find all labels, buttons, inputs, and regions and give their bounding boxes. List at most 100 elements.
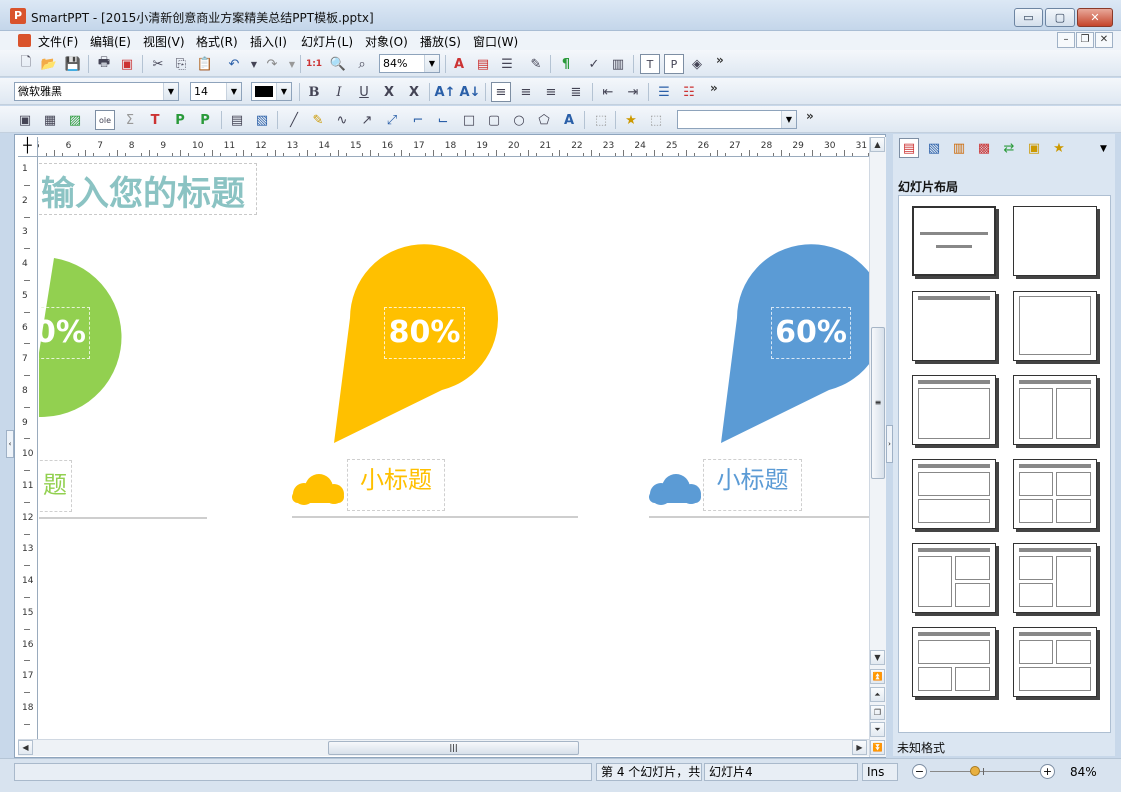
ole-frame-icon[interactable]: ole xyxy=(95,110,115,130)
toolbar2-more-icon[interactable]: » xyxy=(710,81,718,95)
layout-centered-content[interactable] xyxy=(1013,291,1097,361)
doc-minimize-button[interactable]: – xyxy=(1057,32,1075,48)
ruler-origin-icon[interactable]: ┼ xyxy=(18,137,38,157)
layers-icon[interactable]: ◈ xyxy=(687,54,707,74)
film-frame-icon[interactable]: ▤ xyxy=(227,110,247,130)
shapes-tool-icon[interactable]: ⬠ xyxy=(534,110,554,130)
vertical-scroll-thumb[interactable]: ≡ xyxy=(871,327,885,479)
align-right-icon[interactable]: ≡ xyxy=(541,82,561,102)
rectangle-tool-icon[interactable]: □ xyxy=(459,110,479,130)
font-color-combo[interactable]: ▼ xyxy=(251,82,292,101)
undo-dropdown-icon[interactable]: ▼ xyxy=(244,54,264,74)
layout-left-two-right[interactable] xyxy=(912,543,996,613)
style-combo[interactable]: ▼ xyxy=(677,110,797,129)
next-slide-icon[interactable]: ⏷ xyxy=(870,722,885,737)
font-name-combo[interactable]: 微软雅黑 ▼ xyxy=(14,82,179,101)
layout-two-content[interactable] xyxy=(1013,375,1097,445)
arrow-tool-icon[interactable]: ↗ xyxy=(357,110,377,130)
slide-canvas[interactable]: 输入您的标题 0% 80% 60% 题 小标题 小标题 xyxy=(39,158,869,738)
zoom-icon[interactable]: ⌕ xyxy=(352,54,372,74)
strikethrough-button[interactable]: X xyxy=(379,82,399,102)
first-slide-icon[interactable]: ⏫ xyxy=(870,669,885,684)
horizontal-scroll-thumb[interactable]: ||| xyxy=(328,741,579,755)
vertical-ruler[interactable]: 1 2 3 4 5 6 7 8 9 10 11 12 13 14 15 16 17 18 xyxy=(18,157,38,739)
elbow-connector-icon[interactable]: ⌐ xyxy=(408,110,428,130)
curve-tool-icon[interactable]: ∿ xyxy=(332,110,352,130)
part-frame-icon[interactable]: P xyxy=(170,110,190,130)
star-icon[interactable]: ★ xyxy=(621,110,641,130)
frame-edit-icon[interactable]: ⬚ xyxy=(646,110,666,130)
chart-icon[interactable]: ▥ xyxy=(608,54,628,74)
vertical-scrollbar[interactable]: ▲ ≡ ▼ ⏫ ⏶ ❐ ⏷ ⏬ xyxy=(869,137,886,757)
bold-button[interactable]: B xyxy=(304,82,324,102)
toolbar1-more-icon[interactable]: » xyxy=(716,53,724,67)
effects-tab-icon[interactable]: ★ xyxy=(1049,138,1069,158)
copy-icon[interactable]: ⎘ xyxy=(171,54,191,74)
save-icon[interactable]: 💾 xyxy=(63,54,83,74)
blue-percent[interactable]: 60% xyxy=(771,307,851,359)
slide-list-icon[interactable]: ❐ xyxy=(870,705,885,720)
scroll-right-icon[interactable]: ▶ xyxy=(852,740,867,755)
menu-slide[interactable]: 幻灯片(L) xyxy=(301,33,353,50)
actual-size-icon[interactable]: 1:1 xyxy=(304,54,324,74)
justify-icon[interactable]: ≣ xyxy=(566,82,586,102)
design-tab-icon[interactable]: ▥ xyxy=(949,138,969,158)
layout-four-content[interactable] xyxy=(1013,459,1097,529)
blue-subtitle[interactable]: 小标题 xyxy=(703,459,802,511)
align-left-icon[interactable]: ≡ xyxy=(491,82,511,102)
box-p-icon[interactable]: P xyxy=(664,54,684,74)
menu-file[interactable]: 文件(F) xyxy=(38,33,78,50)
panel-menu-icon[interactable]: ▼ xyxy=(1100,144,1107,154)
chevron-down-icon[interactable]: ▼ xyxy=(163,83,178,100)
image-frame-icon[interactable]: ▨ xyxy=(65,110,85,130)
align-center-icon[interactable]: ≡ xyxy=(516,82,536,102)
cut-icon[interactable]: ✂ xyxy=(148,54,168,74)
pen-tool-icon[interactable]: ✎ xyxy=(308,110,328,130)
scroll-down-icon[interactable]: ▼ xyxy=(870,650,885,665)
template-tab-icon[interactable]: ▧ xyxy=(924,138,944,158)
green-subtitle[interactable]: 题 xyxy=(39,460,72,512)
chevron-down-icon[interactable]: ▼ xyxy=(781,111,796,128)
layout-top-two-bottom[interactable] xyxy=(912,627,996,697)
right-collapse-handle[interactable]: › xyxy=(886,425,893,463)
menu-play[interactable]: 播放(S) xyxy=(420,33,461,50)
numbered-list-icon[interactable]: ☷ xyxy=(679,82,699,102)
layout-blank[interactable] xyxy=(1013,206,1097,276)
layout-two-left-right[interactable] xyxy=(1013,543,1097,613)
menu-object[interactable]: 对象(O) xyxy=(365,33,408,50)
insert-table-icon[interactable]: ▤ xyxy=(473,54,493,74)
italic-button[interactable]: I xyxy=(329,82,349,102)
menu-insert[interactable]: 插入(I) xyxy=(250,33,287,50)
left-collapse-handle[interactable]: ‹ xyxy=(6,430,14,458)
menu-view[interactable]: 视图(V) xyxy=(143,33,185,50)
toolbar3-more-icon[interactable]: » xyxy=(806,109,814,123)
layout-title-only[interactable] xyxy=(912,291,996,361)
zoom-slider-thumb[interactable] xyxy=(970,766,981,776)
horizontal-ruler[interactable]: 5678910111213141516171819202122232425262… xyxy=(18,137,869,157)
chevron-down-icon[interactable]: ▼ xyxy=(424,55,439,72)
page-frame-icon[interactable]: P xyxy=(195,110,215,130)
select-frame-icon[interactable]: ▣ xyxy=(15,110,35,130)
minimize-button[interactable]: ▭ xyxy=(1014,8,1043,27)
doc-close-button[interactable]: ✕ xyxy=(1095,32,1113,48)
chevron-down-icon[interactable]: ▼ xyxy=(226,83,241,100)
previous-slide-icon[interactable]: ⏶ xyxy=(870,687,885,702)
horizontal-scrollbar[interactable]: ◀ ||| ▶ xyxy=(18,739,869,756)
transition-tab-icon[interactable]: ⇄ xyxy=(999,138,1019,158)
redo-dropdown-icon[interactable]: ▼ xyxy=(282,54,302,74)
color-tab-icon[interactable]: ▩ xyxy=(974,138,994,158)
layout-two-rows[interactable] xyxy=(912,459,996,529)
animation-tab-icon[interactable]: ▣ xyxy=(1024,138,1044,158)
text-color-icon[interactable]: A xyxy=(449,54,469,74)
layout-tab-icon[interactable]: ▤ xyxy=(899,138,919,158)
pdf-icon[interactable]: ▣ xyxy=(117,54,137,74)
double-strikethrough-button[interactable]: X xyxy=(404,82,424,102)
bullet-list-icon[interactable]: ☰ xyxy=(654,82,674,102)
new-file-icon[interactable]: 🗋 xyxy=(16,54,36,74)
font-size-combo[interactable]: 14 ▼ xyxy=(190,82,242,101)
connector-tool-icon[interactable]: ⤢ xyxy=(382,110,402,130)
ellipse-tool-icon[interactable]: ○ xyxy=(509,110,529,130)
box-t-icon[interactable]: T xyxy=(640,54,660,74)
print-icon[interactable]: 🖶 xyxy=(94,54,114,74)
polyline-tool-icon[interactable]: ⌙ xyxy=(433,110,453,130)
